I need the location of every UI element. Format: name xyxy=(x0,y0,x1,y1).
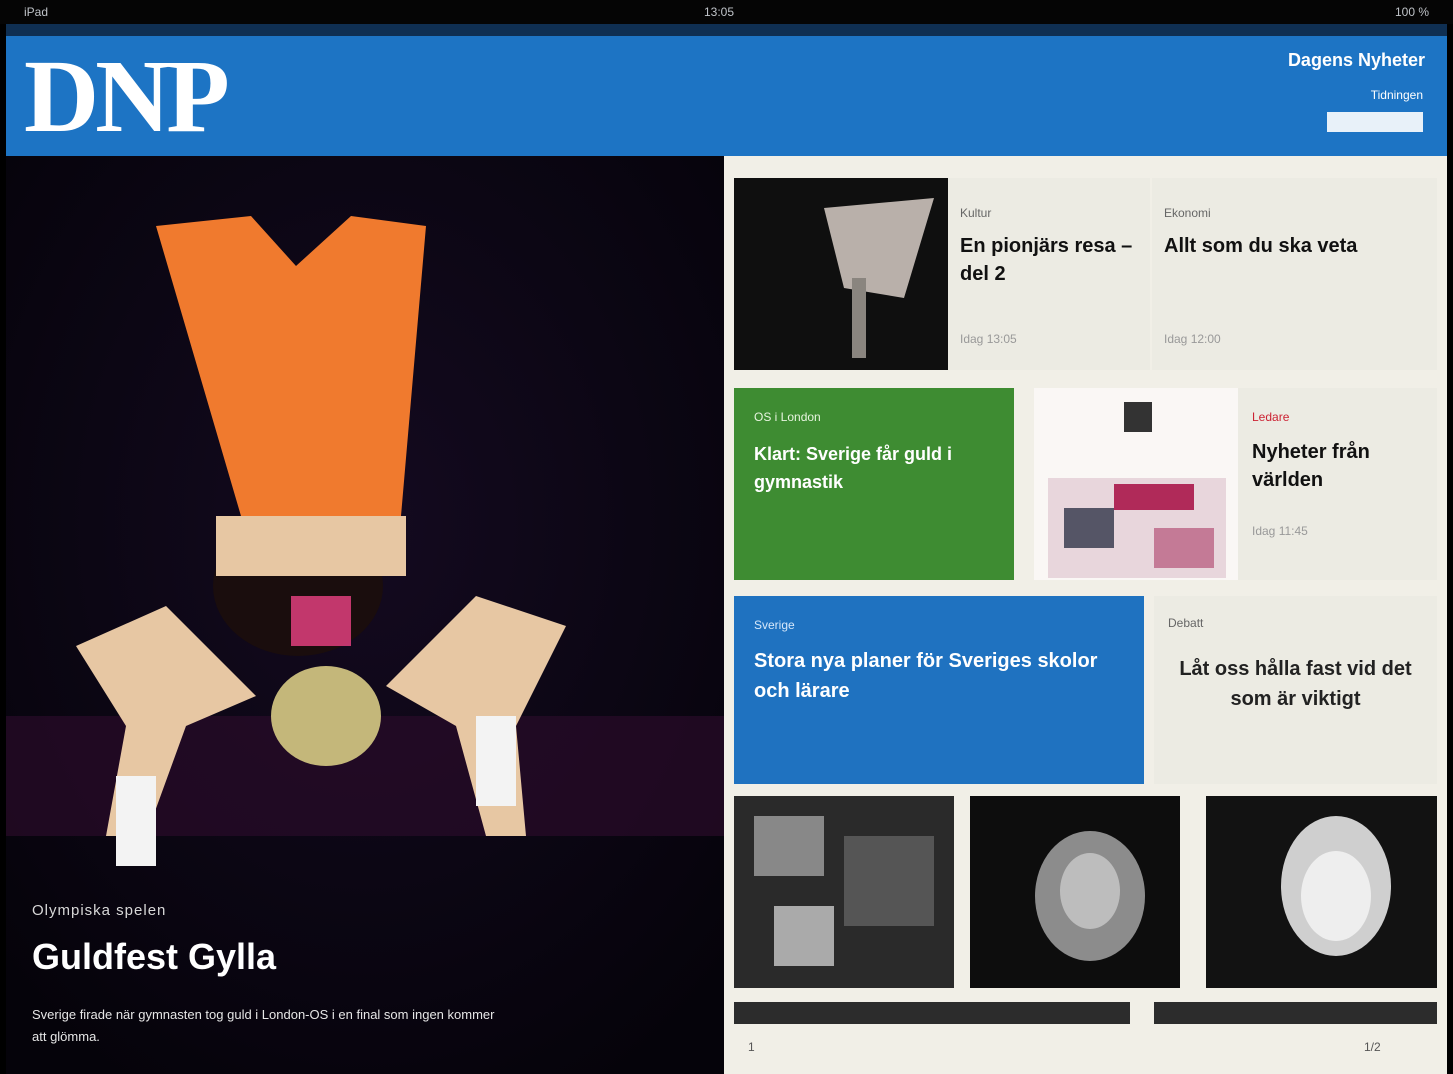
status-carrier: iPad xyxy=(24,5,49,19)
article-tile-3[interactable]: OS i London Klart: Sverige får guld i gy… xyxy=(734,388,1014,580)
tile-title: Låt oss hålla fast vid det som är viktig… xyxy=(1179,658,1412,710)
hero-kicker: Olympiska spelen xyxy=(32,902,167,919)
article-tile-5[interactable]: Sverige Stora nya planer för Sveriges sk… xyxy=(734,596,1144,784)
bottom-strip-left xyxy=(734,1002,1130,1024)
tile-title: Allt som du ska veta xyxy=(1164,235,1358,257)
tile-meta: Idag 11:45 xyxy=(1252,524,1308,538)
tile-kicker: Sverige xyxy=(754,618,795,632)
article-tile-1[interactable]: Kultur En pionjärs resa – del 2 Idag 13:… xyxy=(948,178,1150,370)
status-bar: iPad 13:05 100 % xyxy=(0,0,1453,24)
status-time: 13:05 xyxy=(704,5,735,19)
bottom-strip-right xyxy=(1154,1002,1437,1024)
app-header: DNP Dagens Nyheter Tidningen xyxy=(6,24,1447,156)
tile-meta: Idag 12:00 xyxy=(1164,332,1221,346)
article-grid: Kultur En pionjärs resa – del 2 Idag 13:… xyxy=(724,156,1447,1074)
tile-title: Klart: Sverige får guld i gymnastik xyxy=(754,444,953,492)
tile-title: Stora nya planer för Sveriges skolor och… xyxy=(754,650,1098,702)
tile-photo-3[interactable] xyxy=(1206,796,1437,988)
header-button[interactable] xyxy=(1327,112,1423,132)
hero-subtitle: Sverige firade när gymnasten tog guld i … xyxy=(32,1007,495,1044)
tile-image-2[interactable] xyxy=(1034,388,1238,580)
header-link[interactable]: Dagens Nyheter xyxy=(1288,50,1425,71)
page-number: 1 xyxy=(748,1040,755,1054)
tile-title: Nyheter från världen xyxy=(1252,441,1370,491)
article-tile-6[interactable]: Debatt Låt oss hålla fast vid det som är… xyxy=(1154,596,1437,784)
tile-kicker: Ekonomi xyxy=(1164,206,1211,220)
app-logo[interactable]: DNP xyxy=(24,45,230,149)
page-indicator[interactable]: 1/2 xyxy=(1364,1040,1381,1054)
tile-title: En pionjärs resa – del 2 xyxy=(960,235,1133,285)
status-battery: 100 % xyxy=(1394,5,1429,19)
tile-kicker: OS i London xyxy=(754,410,821,424)
tile-meta: Idag 13:05 xyxy=(960,332,1017,346)
tile-photo-2[interactable] xyxy=(970,796,1180,988)
article-tile-2[interactable]: Ekonomi Allt som du ska veta Idag 12:00 xyxy=(1152,178,1437,370)
hero-article[interactable]: Olympiska spelen Guldfest Gylla Sverige … xyxy=(6,156,724,1074)
hero-title[interactable]: Guldfest Gylla xyxy=(32,936,276,978)
tile-kicker: Debatt xyxy=(1168,616,1204,630)
header-sub-link[interactable]: Tidningen xyxy=(1371,88,1423,102)
article-tile-4[interactable]: Ledare Nyheter från världen Idag 11:45 xyxy=(1238,388,1437,580)
tile-photo-1[interactable] xyxy=(734,796,954,988)
tile-image-1[interactable] xyxy=(734,178,948,370)
tile-kicker: Kultur xyxy=(960,206,992,220)
tile-kicker: Ledare xyxy=(1252,410,1290,424)
